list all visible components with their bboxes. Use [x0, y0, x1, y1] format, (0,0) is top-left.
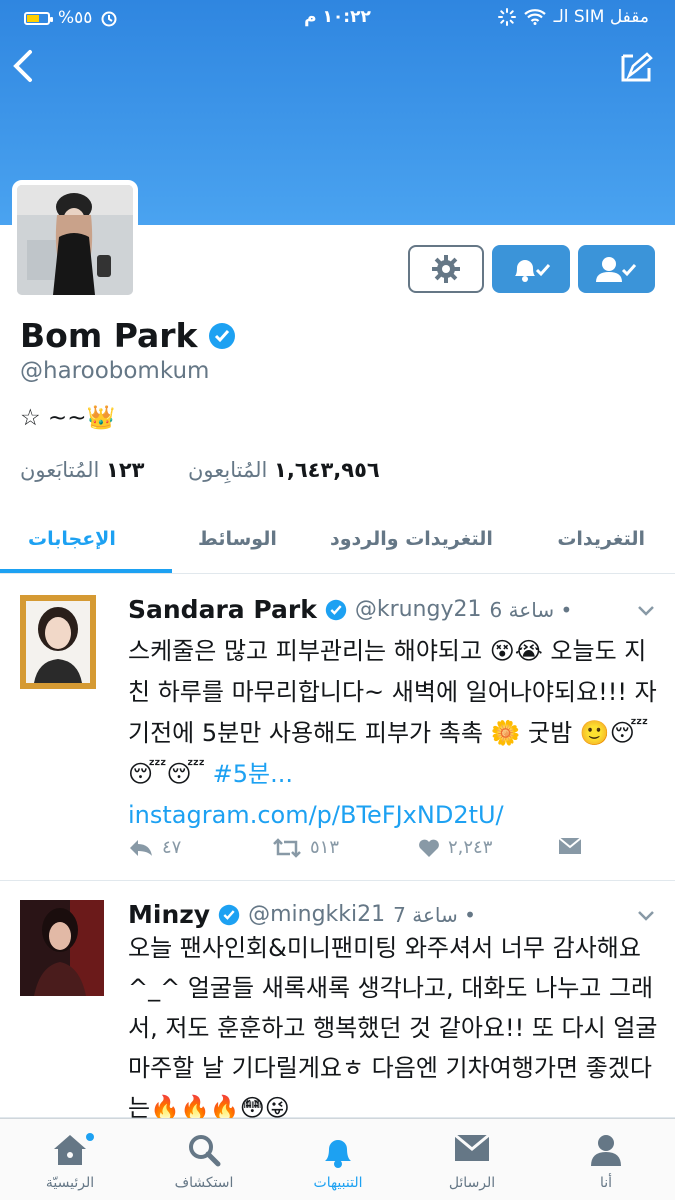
tabbar-home-label: الرئيسيّة	[45, 1175, 95, 1191]
compose-button[interactable]	[619, 52, 655, 84]
tweet-hashtag[interactable]: #5분...	[213, 760, 293, 788]
tabbar-explore-label: استكشاف	[174, 1175, 234, 1191]
tweet-author-handle[interactable]: @krungy21	[355, 597, 482, 622]
reply-count: ٤٧	[162, 837, 182, 858]
followers-label: المُتابِعون	[188, 458, 268, 482]
search-icon	[189, 1135, 221, 1167]
retweet-icon	[273, 837, 301, 858]
tab-media[interactable]: الوسائط	[198, 528, 277, 550]
following-count: ١٢٣	[106, 458, 145, 482]
tweet-body: 스케줄은 많고 피부관리는 해야되고 😵😭 오늘도 지친 하루를 마무리합니다~…	[128, 637, 657, 788]
following-stat[interactable]: ١٢٣ المُتابَعون	[20, 458, 145, 482]
tweet-text: 스케줄은 많고 피부관리는 해야되고 😵😭 오늘도 지친 하루를 마무리합니다~…	[128, 631, 658, 836]
tabbar-explore[interactable]: استكشاف	[154, 1119, 254, 1200]
loading-icon	[497, 8, 516, 26]
tweet-header: Minzy @mingkki21 7 ساعة •	[128, 900, 476, 929]
verified-badge-icon	[208, 322, 235, 349]
avatar-photo	[20, 595, 96, 689]
retweet-count: ٥١٣	[310, 837, 340, 858]
like-count: ٢,٢٤٣	[448, 837, 493, 858]
tabbar-home[interactable]: الرئيسيّة	[20, 1119, 120, 1200]
tweet-author-name[interactable]: Sandara Park	[128, 595, 317, 624]
profile-handle: @haroobomkum	[20, 358, 210, 384]
bell-check-icon	[515, 260, 551, 282]
tweet-author-name[interactable]: Minzy	[128, 900, 210, 929]
tweet-author-handle[interactable]: @mingkki21	[248, 902, 385, 927]
profile-bio: ☆ ~~👑	[20, 405, 116, 431]
avatar-photo	[17, 185, 133, 295]
tweet-text: 오늘 팬사인회&미니팬미팅 와주셔서 너무 감사해요^_^ 얼굴들 새록새록 생…	[128, 934, 658, 1122]
bell-icon	[325, 1140, 351, 1168]
bottom-tab-bar: الرئيسيّة استكشاف التنبيهات الرسائل أنا	[0, 1118, 675, 1200]
share-button[interactable]	[558, 837, 582, 855]
avatar-photo	[20, 900, 104, 996]
tweet-avatar[interactable]	[20, 900, 104, 996]
verified-badge-icon	[325, 599, 347, 620]
heart-icon	[419, 839, 439, 857]
tweet-header: Sandara Park @krungy21 6 ساعة •	[128, 595, 572, 624]
tabbar-messages-label: الرسائل	[448, 1175, 496, 1191]
unread-dot	[86, 1133, 94, 1141]
wifi-icon	[523, 9, 546, 25]
carrier-label: الـ SIM مقفل	[553, 7, 649, 27]
profile-tabs: التغريدات التغريدات والردود الوسائط الإع…	[0, 508, 675, 574]
followers-stat[interactable]: ١,٦٤٣,٩٥٦ المُتابِعون	[188, 458, 380, 482]
profile-name-row: Bom Park	[20, 316, 236, 355]
tweet[interactable]: Minzy @mingkki21 7 ساعة • 오늘 팬사인회&미니팬미팅 …	[0, 882, 675, 1122]
following-label: المُتابَعون	[20, 458, 100, 482]
retweet-button[interactable]: ٥١٣	[272, 837, 339, 858]
mail-icon	[558, 837, 582, 854]
tweet-time: 7 ساعة •	[393, 902, 476, 927]
home-icon	[54, 1135, 86, 1165]
active-tab-indicator	[0, 569, 172, 573]
person-icon	[591, 1135, 621, 1166]
chevron-left-icon	[13, 50, 32, 82]
tabbar-me[interactable]: أنا	[556, 1119, 656, 1200]
followers-count: ١,٦٤٣,٩٥٦	[274, 458, 380, 482]
tabbar-messages[interactable]: الرسائل	[422, 1119, 522, 1200]
tabbar-notifications-label: التنبيهات	[313, 1175, 363, 1191]
tab-tweets[interactable]: التغريدات	[557, 528, 645, 550]
person-check-icon	[595, 257, 636, 282]
settings-button[interactable]	[408, 245, 484, 293]
tabbar-me-label: أنا	[599, 1175, 613, 1191]
notifications-on-button[interactable]	[492, 245, 570, 293]
tweet[interactable]: Sandara Park @krungy21 6 ساعة • 스케줄은 많고 …	[0, 575, 675, 881]
tweet-time: 6 ساعة •	[489, 597, 573, 622]
tweet-avatar[interactable]	[20, 595, 104, 689]
like-button[interactable]: ٢,٢٤٣	[418, 837, 492, 858]
compose-icon	[621, 52, 653, 82]
tab-tweets-replies[interactable]: التغريدات والردود	[330, 528, 493, 550]
tweet-actions: ٤٧ ٥١٣ ٢,٢٤٣	[128, 837, 598, 867]
tabbar-notifications[interactable]: التنبيهات	[288, 1119, 388, 1200]
mail-icon	[454, 1133, 490, 1161]
reply-icon	[130, 839, 152, 856]
profile-name: Bom Park	[20, 316, 198, 355]
tweet-link[interactable]: instagram.com/p/BTeFJxND2tU/	[128, 801, 504, 829]
tab-likes[interactable]: الإعجابات	[28, 528, 116, 550]
verified-badge-icon	[218, 904, 240, 925]
chevron-down-icon[interactable]	[637, 605, 655, 617]
back-button[interactable]	[10, 48, 40, 88]
reply-button[interactable]: ٤٧	[128, 837, 181, 858]
status-bar: %٥٥ ١٠:٢٢ م الـ SIM مقفل	[0, 0, 675, 36]
following-button[interactable]	[578, 245, 655, 293]
profile-avatar[interactable]	[12, 180, 138, 300]
chevron-down-icon[interactable]	[637, 910, 655, 922]
gear-icon	[432, 255, 460, 283]
